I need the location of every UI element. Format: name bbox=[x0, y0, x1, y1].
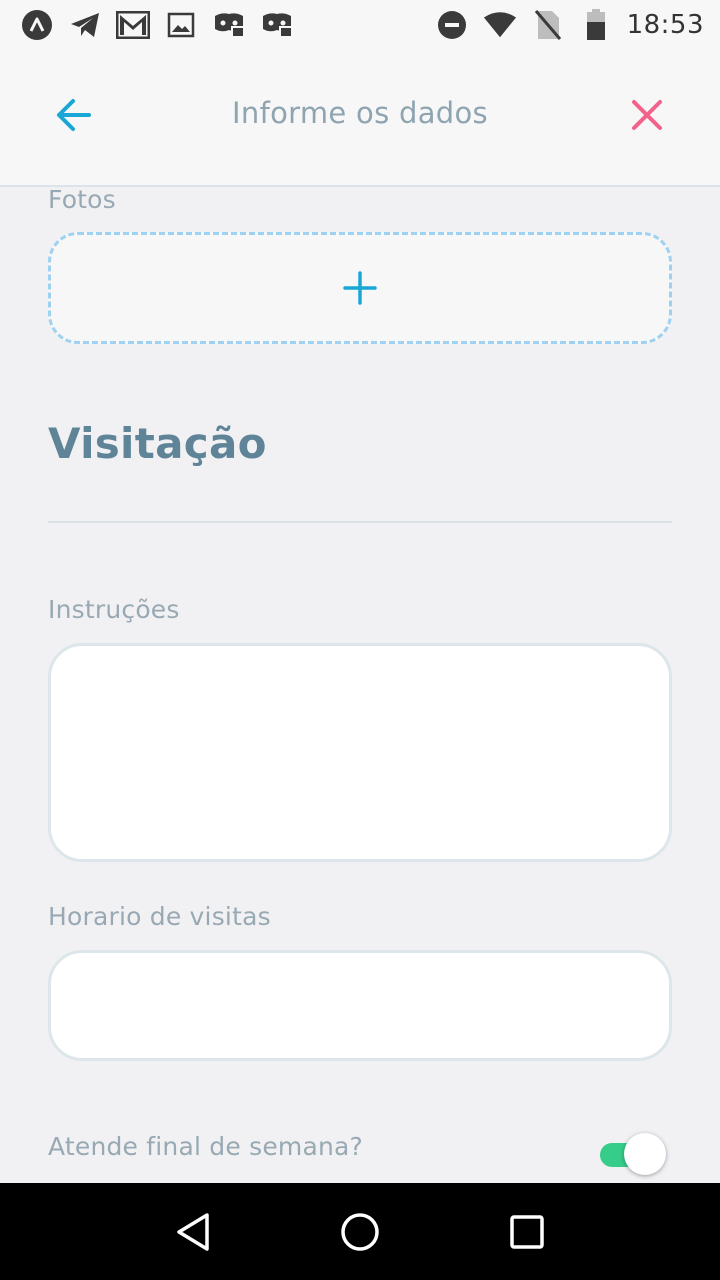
app-header: Informe os dados bbox=[0, 50, 720, 187]
photos-label: Fotos bbox=[48, 187, 116, 214]
wifi-icon bbox=[483, 8, 517, 42]
status-left-icons bbox=[20, 8, 294, 42]
do-not-disturb-icon bbox=[435, 8, 469, 42]
close-icon bbox=[632, 100, 662, 130]
status-right-icons: 18:53 bbox=[435, 8, 704, 42]
telegram-icon bbox=[68, 8, 102, 42]
section-divider bbox=[48, 521, 672, 523]
page-title: Informe os dados bbox=[232, 96, 488, 130]
status-time: 18:53 bbox=[626, 10, 704, 40]
back-triangle-icon bbox=[177, 1212, 210, 1251]
battery-icon bbox=[579, 8, 613, 42]
section-title-visitation: Visitação bbox=[48, 419, 267, 468]
status-bar: 18:53 bbox=[0, 0, 720, 50]
app-logo-icon bbox=[20, 8, 54, 42]
weekend-toggle[interactable] bbox=[598, 1133, 666, 1175]
plus-icon bbox=[343, 271, 377, 305]
screen: 18:53 Informe os dados Fotos Visitação I… bbox=[0, 0, 720, 1280]
instructions-textarea[interactable] bbox=[48, 643, 672, 862]
weekend-label: Atende final de semana? bbox=[48, 1132, 364, 1161]
recents-square-icon bbox=[509, 1214, 544, 1249]
image-icon bbox=[164, 8, 198, 42]
form-content[interactable]: Fotos Visitação Instruções Horario de vi… bbox=[0, 187, 720, 1183]
no-sim-icon bbox=[531, 8, 565, 42]
nav-recents-button[interactable] bbox=[497, 1202, 557, 1262]
visit-hours-input[interactable] bbox=[48, 950, 672, 1061]
discord-icon bbox=[212, 8, 246, 42]
toggle-knob bbox=[624, 1133, 666, 1175]
home-circle-icon bbox=[341, 1212, 379, 1251]
add-photo-button[interactable] bbox=[48, 232, 672, 344]
close-button[interactable] bbox=[622, 90, 672, 140]
discord-icon bbox=[260, 8, 294, 42]
nav-home-button[interactable] bbox=[330, 1202, 390, 1262]
instructions-label: Instruções bbox=[48, 595, 180, 624]
visit-hours-label: Horario de visitas bbox=[48, 902, 271, 931]
nav-back-button[interactable] bbox=[163, 1202, 223, 1262]
gmail-icon bbox=[116, 8, 150, 42]
system-nav-bar bbox=[0, 1183, 720, 1280]
